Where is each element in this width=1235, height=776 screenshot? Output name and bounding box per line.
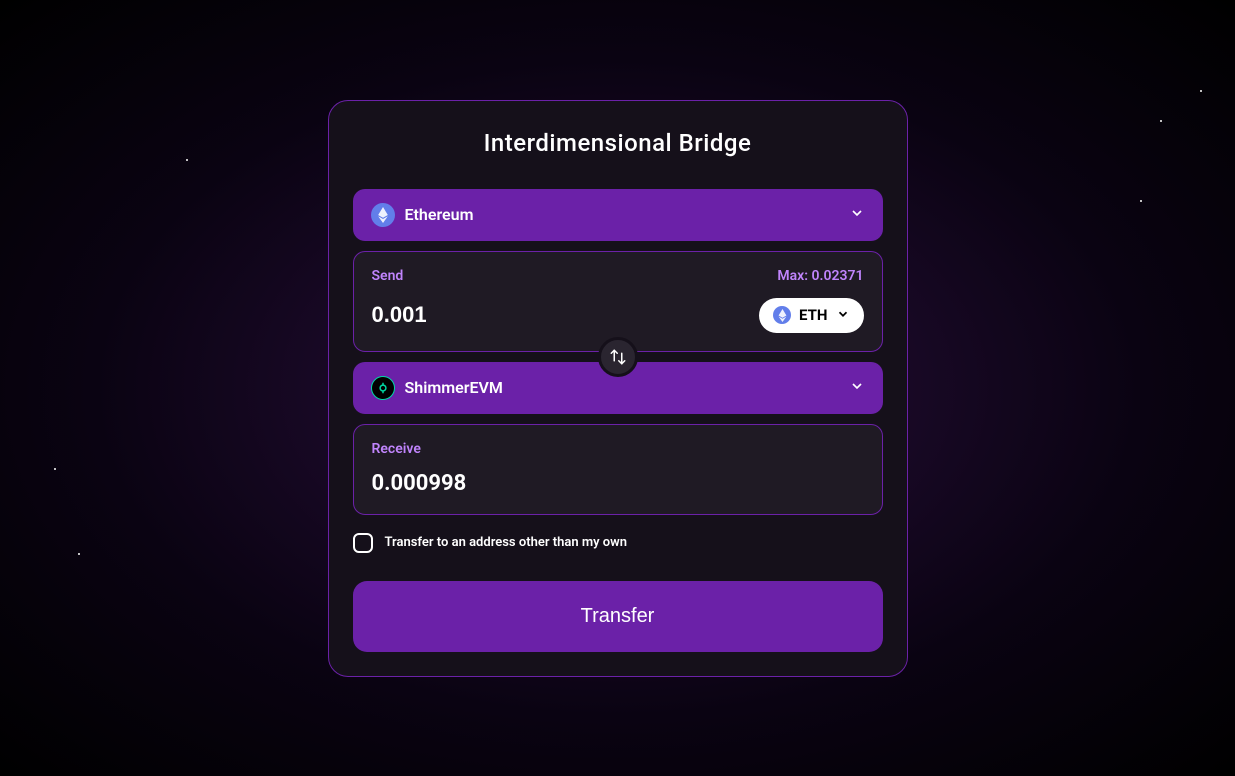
send-amount-input[interactable] [372,302,667,328]
source-chain-left: Ethereum [371,203,474,227]
shimmer-icon [371,376,395,400]
chevron-down-icon [849,378,865,398]
receive-label: Receive [372,441,421,457]
swap-arrows-icon [609,348,627,366]
destination-chain-name: ShimmerEVM [405,378,503,397]
ethereum-icon [371,203,395,227]
receive-panel: Receive 0.000998 [353,424,883,515]
send-panel-header: Send Max: 0.02371 [372,268,864,284]
receive-panel-body: 0.000998 [372,471,864,496]
other-address-checkbox[interactable] [353,533,373,553]
source-chain-selector[interactable]: Ethereum [353,189,883,241]
source-chain-name: Ethereum [405,205,474,224]
chevron-down-icon [836,306,850,325]
page-title: Interdimensional Bridge [353,129,883,157]
destination-chain-left: ShimmerEVM [371,376,503,400]
other-address-label: Transfer to an address other than my own [385,535,628,550]
ethereum-token-icon [773,306,791,324]
token-symbol: ETH [799,306,827,324]
token-selector[interactable]: ETH [759,298,863,333]
send-label: Send [372,268,404,284]
swap-wrapper [353,352,883,362]
send-panel-body: ETH [372,298,864,333]
other-address-row: Transfer to an address other than my own [353,533,883,553]
bridge-card: Interdimensional Bridge Ethereum Send Ma… [328,100,908,677]
max-balance-label[interactable]: Max: 0.02371 [777,268,863,284]
receive-panel-header: Receive [372,441,864,457]
chevron-down-icon [849,205,865,225]
swap-direction-button[interactable] [598,337,638,377]
receive-amount-value: 0.000998 [372,471,667,496]
transfer-button[interactable]: Transfer [353,581,883,652]
